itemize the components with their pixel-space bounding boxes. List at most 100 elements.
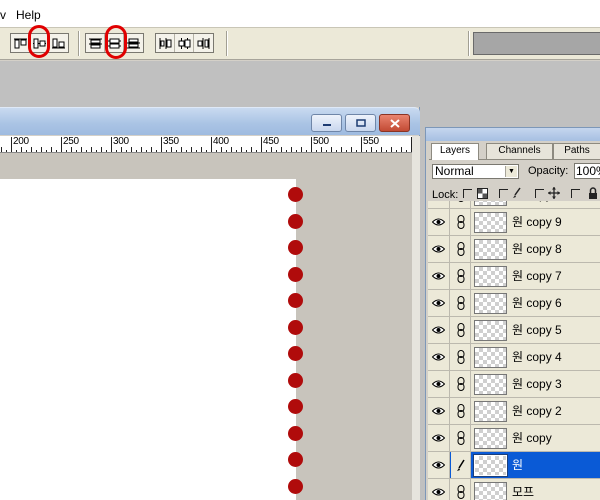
layer-visibility-toggle[interactable] bbox=[428, 344, 450, 370]
layer-visibility-toggle[interactable] bbox=[428, 290, 450, 316]
eye-icon bbox=[432, 434, 445, 442]
red-dot bbox=[288, 399, 303, 414]
chain-link-icon bbox=[457, 485, 464, 499]
layer-row[interactable]: 원 copy 2 bbox=[428, 398, 600, 425]
palette-titlebar[interactable] bbox=[426, 128, 600, 141]
layer-name: 원 copy 7 bbox=[512, 269, 562, 283]
lock-image-checkbox[interactable] bbox=[499, 189, 508, 198]
ruler-label: 250 bbox=[63, 136, 79, 147]
layer-thumbnail bbox=[474, 347, 507, 368]
lock-all-checkbox[interactable] bbox=[571, 189, 580, 198]
layer-visibility-toggle[interactable] bbox=[428, 317, 450, 343]
layer-row[interactable]: 원 copy 3 bbox=[428, 371, 600, 398]
layer-row[interactable]: 원 copy 8 bbox=[428, 236, 600, 263]
ruler-label: 300 bbox=[113, 136, 129, 147]
layer-link-toggle[interactable] bbox=[451, 344, 471, 370]
red-dot bbox=[288, 319, 303, 335]
ruler-label: 350 bbox=[163, 136, 179, 147]
layer-row[interactable]: 원 copy 6 bbox=[428, 290, 600, 317]
lock-all-button[interactable] bbox=[588, 187, 598, 202]
tab-layers[interactable]: Layers bbox=[431, 143, 479, 160]
annotation-circle bbox=[105, 25, 127, 59]
layer-link-toggle[interactable] bbox=[451, 479, 471, 500]
chain-link-icon bbox=[457, 296, 464, 310]
eye-icon bbox=[432, 380, 445, 388]
tab-paths[interactable]: Paths bbox=[553, 143, 600, 159]
opacity-input[interactable]: 100% bbox=[574, 163, 600, 179]
layer-row[interactable]: 원 copy 10 bbox=[428, 201, 600, 209]
layer-link-toggle[interactable] bbox=[451, 209, 471, 235]
brush-icon bbox=[513, 187, 521, 198]
layer-thumbnail bbox=[474, 374, 507, 395]
menu-item-view[interactable]: v bbox=[0, 8, 6, 22]
layer-visibility-toggle[interactable] bbox=[428, 398, 450, 424]
menu-item-help[interactable]: Help bbox=[16, 8, 41, 22]
layer-row[interactable]: 원 copy 5 bbox=[428, 317, 600, 344]
eye-icon bbox=[432, 461, 445, 469]
chain-link-icon bbox=[457, 377, 464, 391]
canvas-document[interactable] bbox=[0, 179, 296, 500]
palette-well[interactable] bbox=[473, 32, 600, 55]
layer-link-toggle[interactable] bbox=[451, 236, 471, 262]
lock-transparency-checkbox[interactable] bbox=[463, 189, 472, 198]
distribute-top-edges-button[interactable] bbox=[86, 34, 105, 52]
distribute-top-edges-icon bbox=[88, 38, 102, 48]
red-dot bbox=[288, 240, 303, 255]
eye-icon bbox=[432, 326, 445, 334]
menu-bar: v Help bbox=[0, 0, 600, 27]
chain-link-icon bbox=[457, 323, 464, 337]
layer-visibility-toggle[interactable] bbox=[428, 201, 450, 208]
distribute-right-edges-icon bbox=[197, 37, 210, 49]
layer-visibility-toggle[interactable] bbox=[428, 263, 450, 289]
distribute-left-edges-button[interactable] bbox=[156, 34, 175, 52]
layer-row[interactable]: 모프 bbox=[428, 479, 600, 500]
distribute-horizontal-centers-button[interactable] bbox=[175, 34, 194, 52]
lock-icon bbox=[589, 187, 597, 199]
red-dot bbox=[288, 452, 303, 467]
document-titlebar[interactable] bbox=[0, 107, 420, 135]
layer-link-toggle[interactable] bbox=[451, 425, 471, 451]
lock-position-button[interactable] bbox=[548, 187, 560, 202]
distribute-right-edges-button[interactable] bbox=[194, 34, 213, 52]
layer-link-toggle[interactable] bbox=[451, 452, 471, 478]
layer-row[interactable]: 원 copy 4 bbox=[428, 344, 600, 371]
layer-visibility-toggle[interactable] bbox=[428, 452, 450, 478]
layer-link-toggle[interactable] bbox=[451, 201, 471, 208]
layer-link-toggle[interactable] bbox=[451, 371, 471, 397]
layer-visibility-toggle[interactable] bbox=[428, 425, 450, 451]
layer-link-toggle[interactable] bbox=[451, 317, 471, 343]
chain-link-icon bbox=[457, 404, 464, 418]
layer-visibility-toggle[interactable] bbox=[428, 236, 450, 262]
layer-list: 원 copy 10 원 copy 9 원 copy 8 원 copy 7 원 copy … bbox=[428, 201, 600, 500]
align-bottom-edges-button[interactable] bbox=[49, 34, 68, 52]
document-vertical-scrollbar[interactable] bbox=[412, 136, 420, 500]
layer-row[interactable]: 원 bbox=[428, 452, 600, 479]
ruler-label: 450 bbox=[263, 136, 279, 147]
layer-row[interactable]: 원 copy bbox=[428, 425, 600, 452]
eye-icon bbox=[432, 407, 445, 415]
blend-mode-select[interactable]: Normal ▼ bbox=[432, 164, 519, 179]
minimize-button[interactable] bbox=[311, 114, 342, 132]
chain-link-icon bbox=[458, 201, 463, 202]
layer-link-toggle[interactable] bbox=[451, 290, 471, 316]
layer-link-toggle[interactable] bbox=[451, 263, 471, 289]
maximize-button[interactable] bbox=[345, 114, 376, 132]
chain-link-icon bbox=[457, 269, 464, 283]
lock-transparency-button[interactable] bbox=[477, 188, 488, 202]
layer-name: 원 copy 6 bbox=[512, 296, 562, 310]
lock-image-button[interactable] bbox=[512, 187, 522, 202]
close-icon bbox=[389, 118, 400, 128]
lock-position-checkbox[interactable] bbox=[535, 189, 544, 198]
distribute-horizontal-centers-icon bbox=[178, 37, 190, 49]
close-button[interactable] bbox=[379, 114, 410, 132]
layer-thumbnail bbox=[474, 482, 507, 500]
layer-row[interactable]: 원 copy 9 bbox=[428, 209, 600, 236]
layer-visibility-toggle[interactable] bbox=[428, 209, 450, 235]
tab-channels[interactable]: Channels bbox=[486, 143, 553, 159]
layer-link-toggle[interactable] bbox=[451, 398, 471, 424]
options-bar bbox=[0, 27, 600, 60]
layer-visibility-toggle[interactable] bbox=[428, 371, 450, 397]
minimize-icon bbox=[322, 124, 331, 126]
layer-visibility-toggle[interactable] bbox=[428, 479, 450, 500]
layer-row[interactable]: 원 copy 7 bbox=[428, 263, 600, 290]
